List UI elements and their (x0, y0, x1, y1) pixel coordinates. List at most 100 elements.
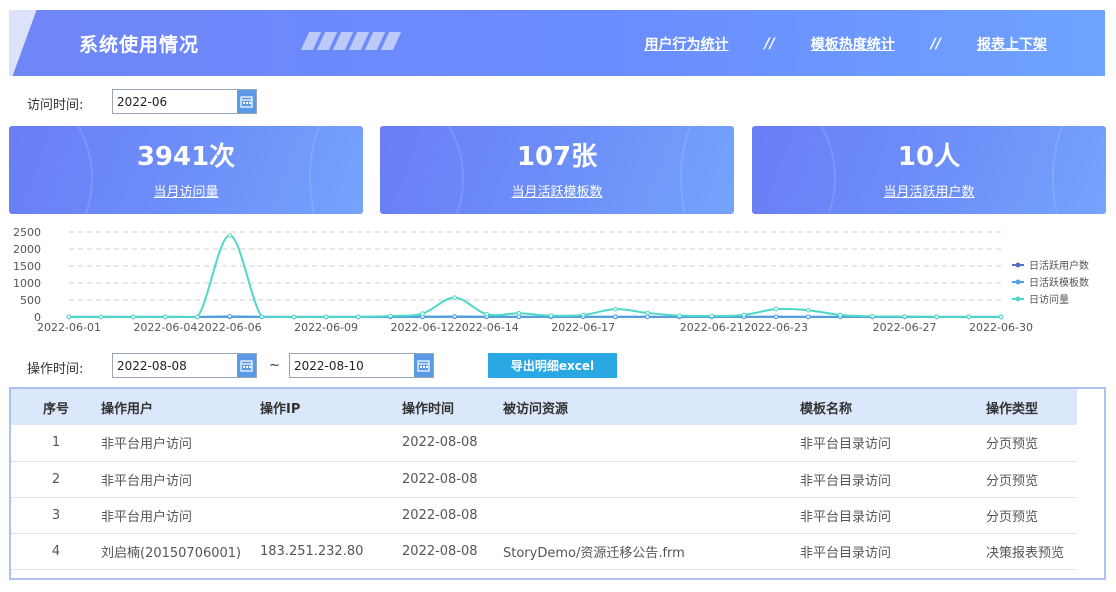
cell-ip (260, 497, 402, 533)
data-point (420, 311, 425, 316)
cell-type: 分页预览 (986, 437, 1039, 453)
table-header-row: 序号 操作用户 操作IP 操作时间 被访问资源 模板名称 操作类型 (11, 389, 1077, 425)
cell-resource (503, 425, 800, 461)
data-point (580, 312, 586, 318)
data-point (259, 314, 265, 319)
header-stripes-decoration (300, 32, 402, 50)
col-header-user: 操作用户 (101, 401, 154, 417)
table-row[interactable]: 3 非平台用户访问 2022-08-08 非平台目录访问 分页预览 (11, 497, 1077, 533)
page-header: 系统使用情况 用户行为统计 // 模板热度统计 // 报表上下架 (9, 10, 1105, 76)
data-point (773, 306, 779, 312)
visit-month-picker[interactable] (112, 89, 257, 114)
stat-label-link[interactable]: 当月访问量 (9, 181, 363, 200)
export-excel-button[interactable]: 导出明细excel (488, 353, 617, 378)
data-point (323, 314, 329, 320)
calendar-icon[interactable] (237, 354, 256, 377)
data-point (934, 314, 940, 320)
stat-card-active-templates: 107张 当月活跃模板数 (380, 126, 734, 214)
end-date-input[interactable] (290, 354, 414, 377)
data-point (613, 314, 618, 320)
data-point (805, 307, 811, 313)
table-row[interactable]: 2 非平台用户访问 2022-08-08 非平台目录访问 分页预览 (11, 461, 1077, 497)
nav-report-shelf[interactable]: 报表上下架 (977, 34, 1047, 54)
x-tick-label: 2022-06-27 (873, 321, 937, 334)
legend-label: 日活跃模板数 (1029, 276, 1089, 289)
data-point (452, 295, 457, 300)
col-header-template: 模板名称 (800, 401, 853, 417)
data-point (227, 314, 232, 319)
data-point (195, 314, 200, 320)
stat-label-link[interactable]: 当月活跃用户数 (752, 181, 1106, 200)
data-point (98, 314, 104, 320)
end-date-picker[interactable] (289, 353, 434, 378)
x-tick-label: 2022-06-17 (551, 321, 615, 334)
cell-ip (260, 461, 402, 497)
cell-resource (503, 497, 800, 533)
cell-time: 2022-08-08 (402, 543, 478, 559)
data-point (645, 314, 650, 320)
data-point (291, 314, 297, 320)
data-point (548, 313, 554, 318)
table-row[interactable]: 4 刘启楠(20150706001) 183.251.232.80 2022-0… (11, 533, 1077, 569)
data-point (130, 314, 136, 320)
data-point (613, 306, 618, 312)
stat-card-monthly-visits: 3941次 当月访问量 (9, 126, 363, 214)
data-point (677, 313, 682, 318)
legend-label: 日活跃用户数 (1029, 259, 1089, 272)
x-tick-label: 2022-06-06 (198, 321, 262, 334)
y-tick-label: 1000 (13, 277, 41, 290)
cell-ip (260, 425, 402, 461)
col-header-resource: 被访问资源 (503, 401, 569, 417)
cell-template: 非平台目录访问 (800, 473, 892, 489)
header-nav: 用户行为统计 // 模板热度统计 // 报表上下架 (645, 34, 1047, 54)
data-point (709, 313, 715, 319)
cell-index: 2 (51, 471, 61, 487)
date-range-separator: ~ (269, 358, 280, 373)
data-point (227, 233, 232, 238)
data-point (163, 314, 168, 320)
x-tick-label: 2022-06-21 (680, 321, 744, 334)
y-tick-label: 1500 (13, 260, 41, 273)
series-line (69, 234, 1001, 318)
y-tick-label: 2000 (13, 243, 41, 256)
x-tick-label: 2022-06-04 (133, 321, 197, 334)
col-header-type: 操作类型 (986, 401, 1039, 417)
table-row[interactable]: 1 非平台用户访问 2022-08-08 非平台目录访问 分页预览 (11, 425, 1077, 461)
calendar-icon[interactable] (414, 354, 433, 377)
start-date-input[interactable] (113, 354, 237, 377)
data-point (516, 310, 522, 316)
cell-time: 2022-08-08 (402, 507, 478, 523)
nav-separator: // (930, 36, 941, 52)
data-point (355, 314, 361, 320)
x-tick-label: 2022-06-23 (744, 321, 808, 334)
cell-ip: 183.251.232.80 (260, 543, 364, 559)
nav-template-heat[interactable]: 模板热度统计 (811, 34, 895, 54)
data-point (870, 314, 875, 319)
start-date-picker[interactable] (112, 353, 257, 378)
cell-template: 非平台目录访问 (800, 545, 892, 561)
cell-time: 2022-08-08 (402, 435, 478, 451)
cell-user: 非平台用户访问 (101, 509, 193, 525)
legend-marker (1015, 279, 1021, 285)
cell-user: 非平台用户访问 (101, 473, 193, 489)
stat-value: 107张 (516, 142, 598, 172)
x-tick-label: 2022-06-09 (294, 321, 358, 334)
calendar-icon[interactable] (237, 90, 256, 113)
page-title: 系统使用情况 (79, 34, 200, 56)
x-tick-label: 2022-06-30 (969, 321, 1033, 334)
legend-label: 日访问量 (1029, 293, 1069, 306)
cell-template: 非平台目录访问 (800, 509, 892, 525)
data-point (773, 314, 779, 320)
cell-index: 1 (51, 435, 61, 451)
x-tick-label: 2022-06-01 (37, 321, 101, 334)
col-header-index: 序号 (42, 401, 69, 417)
cell-user: 非平台用户访问 (101, 437, 193, 453)
data-point (805, 314, 811, 320)
cell-type: 决策报表预览 (986, 545, 1065, 561)
visit-month-input[interactable] (113, 90, 237, 113)
stat-value: 10人 (897, 142, 961, 172)
cell-index: 4 (51, 543, 61, 559)
stat-label-link[interactable]: 当月活跃模板数 (380, 181, 734, 200)
data-point (902, 314, 907, 319)
nav-user-behavior[interactable]: 用户行为统计 (645, 34, 729, 54)
